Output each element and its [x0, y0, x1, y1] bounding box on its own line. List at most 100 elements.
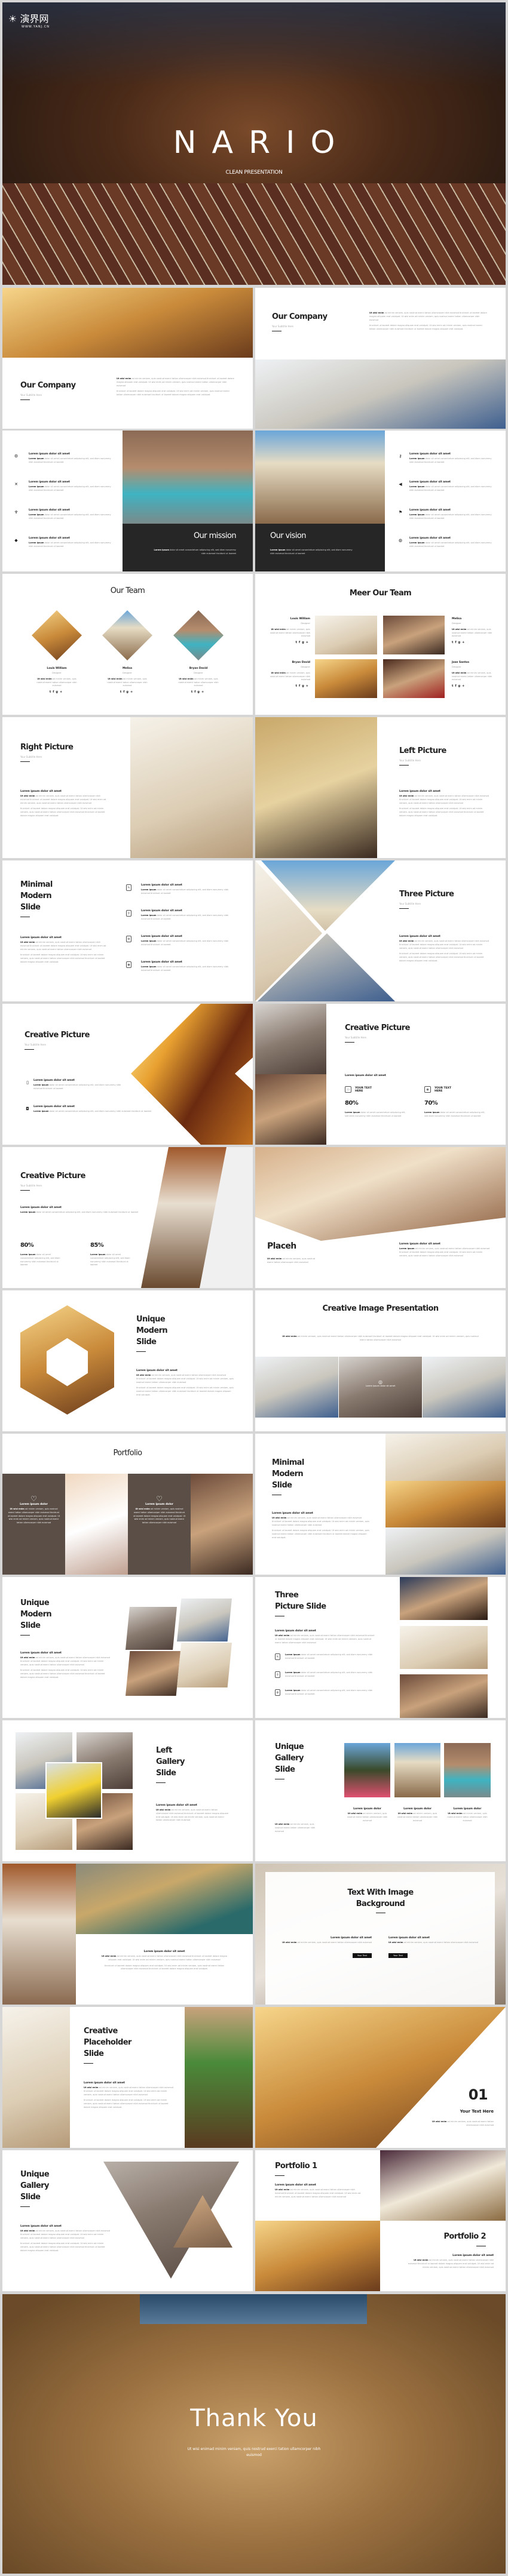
- member-name: Louis William: [47, 667, 67, 670]
- mission-panel: Our mission Lorem ipsum dolor sit amet c…: [123, 524, 253, 571]
- text-block: Lorem ipsum dolor sit amet Lorem ipsum do…: [29, 481, 112, 495]
- item-title: Lorem ipsum dolor sit amet: [33, 1079, 75, 1082]
- divider: [20, 1634, 30, 1636]
- body-lead: Ut wisi enim: [271, 671, 286, 674]
- text-block: Lorem ipsum dolor sit amet Ut wisi enim a…: [20, 936, 109, 967]
- balcony-chair-photo: [2, 2007, 70, 2148]
- google-plus-icon[interactable]: g+: [302, 684, 310, 688]
- team-member: Louis William Designer Ut wisi enim ad min…: [267, 617, 310, 644]
- body-lead: Ut wisi enim: [282, 1335, 297, 1338]
- slide-title: Creative Picture: [20, 1172, 85, 1181]
- text-block: Lorem ipsum dolor sit amet Ut wisi enim a…: [84, 2082, 173, 2112]
- body-text: Ut wisi enim ad minim veniam, quis nostr…: [272, 1517, 371, 1527]
- photo-caption: Lorem ipsum dolor sit amet: [365, 1385, 396, 1387]
- body-text: tincidunt ut laoreet dolore magna aliqua…: [369, 324, 483, 331]
- divider: [399, 908, 409, 909]
- team-member: Melisa Designer Ut wisi enim ad minim veni…: [103, 667, 151, 694]
- body-lead: Lorem ipsum: [33, 1084, 49, 1086]
- search-icon: ⚲: [126, 910, 131, 917]
- divider: [272, 330, 281, 332]
- logo: ☀ 演界网 WWW.YANJ.CN: [8, 11, 50, 29]
- google-plus-icon[interactable]: g+: [56, 690, 64, 694]
- item-body: Lorem ipsum dolor sit amet consectetuer …: [29, 514, 112, 521]
- slide-title-line: Minimal: [20, 880, 53, 889]
- body-lead: Ut wisi enim: [267, 1258, 282, 1260]
- body-lead: Ut wisi enim: [84, 2086, 99, 2089]
- megaphone-icon: ◀: [399, 482, 402, 487]
- your-text-button[interactable]: Your Text: [388, 1953, 408, 1958]
- body-copy: dolor sit amet consectetuer adipiscing e…: [49, 1110, 152, 1112]
- stat-value: 70%: [424, 1100, 438, 1106]
- room-photo: [255, 1357, 338, 1418]
- slide-title-line: Three: [275, 1591, 299, 1600]
- bedroom-photo: [130, 717, 253, 858]
- body-text: Ut wisi enim ad minim veniam, quis nostr…: [20, 2230, 110, 2240]
- divider: [25, 1049, 34, 1050]
- canopy-bed-photo: [2, 1864, 76, 2005]
- body-lead: Lorem ipsum: [270, 549, 286, 551]
- column-title: Lorem ipsum dolor sit amet: [388, 1936, 430, 1939]
- slide-title: Placeh: [267, 1241, 296, 1251]
- google-plus-icon[interactable]: g+: [302, 641, 310, 644]
- slide-title: Portfolio 1: [275, 2162, 317, 2171]
- google-plus-icon[interactable]: g+: [126, 690, 134, 694]
- slide-unique-modern-2: Unique Modern Slide Lorem ipsum dolor sit …: [2, 1577, 253, 1718]
- divider: [275, 1615, 284, 1617]
- card-title: Lorem ipsum dolor: [20, 1503, 48, 1506]
- text-heading: Lorem ipsum dolor sit amet: [272, 1512, 313, 1515]
- body-lead: Lorem ipsum: [345, 1111, 360, 1114]
- body-lead: Ut wisi enim: [179, 677, 194, 680]
- body-text: Ut wisi enim ad minim veniam, quis nostr…: [20, 1656, 110, 1667]
- camera-icon: ◉: [126, 961, 131, 968]
- body-text: tincidunt ut laoreet dolore magna aliqua…: [117, 390, 230, 396]
- body-text: tincidunt ut laoreet dolore magna aliqua…: [84, 2099, 169, 2108]
- body-text: Ut wisi enim ad minim veniam, quis nostr…: [20, 795, 109, 805]
- google-plus-icon[interactable]: g+: [458, 641, 467, 644]
- social-links: tfg+: [103, 690, 151, 694]
- member-name: Louis William: [290, 617, 310, 620]
- body-text: Ut wisi enim ad minim veniam, quis nostr…: [275, 1634, 377, 1644]
- slide-our-mission: ⚙ Lorem ipsum dolor sit amet Lorem ipsum …: [2, 431, 253, 571]
- item-body: Lorem ipsum dolor sit amet consectetuer …: [141, 966, 234, 973]
- google-plus-icon[interactable]: g+: [197, 690, 206, 694]
- slide-title-line: Minimal: [272, 1458, 304, 1467]
- item-body: Lorem ipsum dolor sit amet consectetuer …: [141, 889, 234, 896]
- google-plus-icon[interactable]: g+: [458, 684, 467, 688]
- column-title: Lorem ipsum dolor: [353, 1807, 381, 1810]
- text-heading: Lorem ipsum dolor sit amet: [399, 1243, 440, 1246]
- body-lead: Ut wisi enim: [275, 1634, 290, 1637]
- member-role: Designer: [194, 672, 203, 674]
- item-body: Lorem ipsum dolor sit amet consectetuer …: [409, 514, 493, 521]
- item-body: Lorem ipsum dolor sit amet consectetuer …: [29, 457, 112, 465]
- lounge-photo: [76, 1864, 253, 1934]
- slide-three-picture-2: Three Picture Slide Lorem ipsum dolor sit…: [255, 1577, 506, 1718]
- slide-title-line: Slide: [84, 2049, 104, 2058]
- room-photo: [385, 1434, 506, 1481]
- flag-icon: ⚑: [398, 510, 403, 515]
- text-block: Lorem ipsum dolor sit amet Ut wisi enim a…: [20, 1652, 110, 1682]
- team-photo-diamond: [32, 610, 82, 660]
- team-member: Melisa Designer Ut wisi enim ad minim veni…: [452, 617, 495, 644]
- text-block: Lorem ipsum dolor sit amet Ut wisi enim a…: [156, 1804, 229, 1825]
- body-copy: ad minim veniam, quis nostrud exerci tat…: [136, 1374, 234, 1384]
- body-lead: Ut wisi enim: [448, 1812, 463, 1815]
- slide-creative-picture-3: Creative Picture Your Subtitle Here Lorem…: [2, 1147, 253, 1288]
- lounge-photo: [400, 1577, 488, 1620]
- portfolio-card[interactable]: ♡ Lorem ipsum dolor Ut wisi enim ad mini…: [2, 1474, 65, 1575]
- bathroom-photo: [385, 1481, 506, 1527]
- your-text-button[interactable]: Your Text: [352, 1953, 372, 1958]
- body-lead: Lorem ipsum: [33, 1110, 49, 1112]
- portfolio-card[interactable]: ♡ Lorem ipsum dolor Ut wisi enim ad mini…: [128, 1474, 191, 1575]
- body-lead: Lorem ipsum: [141, 966, 157, 968]
- text-block: Lorem ipsum dolor sit amet Lorem ipsum do…: [141, 935, 234, 949]
- body-lead: Ut wisi enim: [20, 1656, 35, 1659]
- divider: [345, 1041, 354, 1043]
- text-block: Lorem ipsum dolor sit amet Lorem ipsum do…: [29, 453, 112, 467]
- room-photo: [400, 1674, 488, 1718]
- title-slide: ☀ 演界网 WWW.YANJ.CN NARIO CLEAN PRESENTATI…: [2, 2, 506, 285]
- text-heading: Lorem ipsum dolor sit amet: [136, 1369, 178, 1372]
- body-lead: Lorem ipsum: [409, 514, 425, 516]
- portfolio-photo: [65, 1474, 128, 1575]
- slide-right-picture: Right Picture Your Subtitle Here Lorem ip…: [2, 717, 253, 858]
- slide-title-line: Background: [356, 1899, 405, 1908]
